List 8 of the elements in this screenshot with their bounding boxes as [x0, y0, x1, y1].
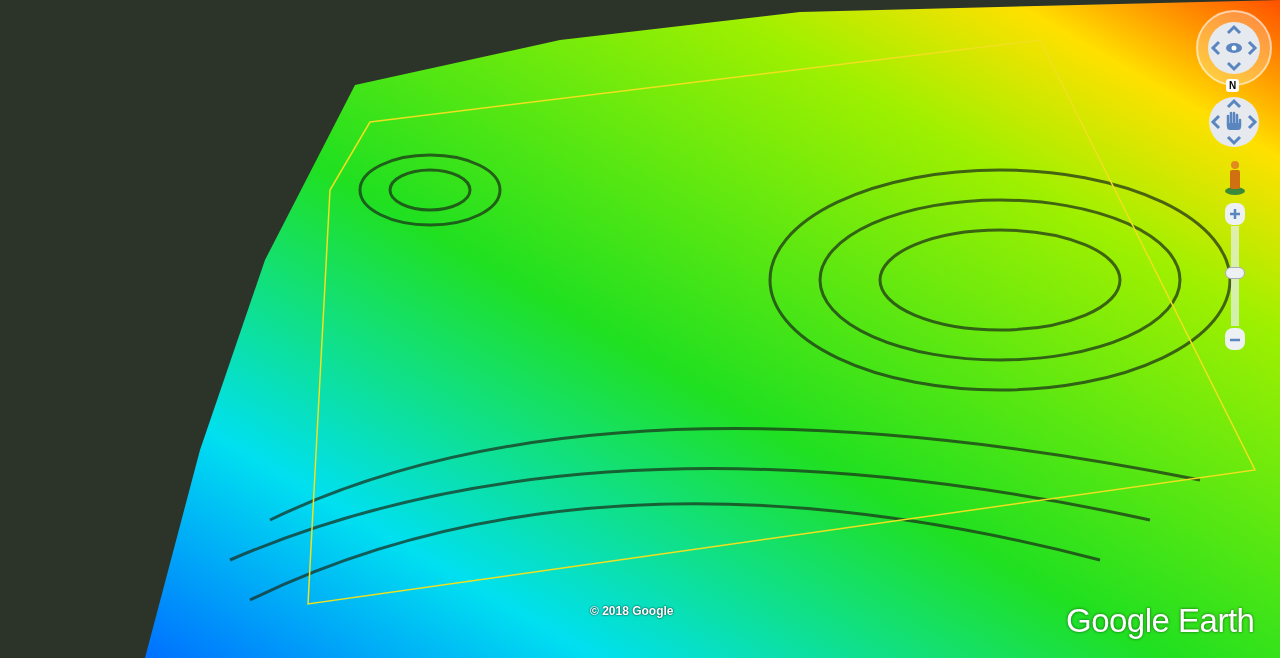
copyright-text: © 2018 Google: [590, 603, 674, 620]
north-label: N: [1226, 79, 1240, 92]
logo-wordmark: Google Earth: [1066, 603, 1255, 640]
person-icon[interactable]: [1224, 160, 1246, 196]
pan-control[interactable]: [1208, 96, 1260, 148]
slider-thumb[interactable]: [1225, 267, 1245, 279]
look-around-control[interactable]: [1195, 9, 1273, 87]
zoom-slider[interactable]: [1225, 226, 1245, 326]
